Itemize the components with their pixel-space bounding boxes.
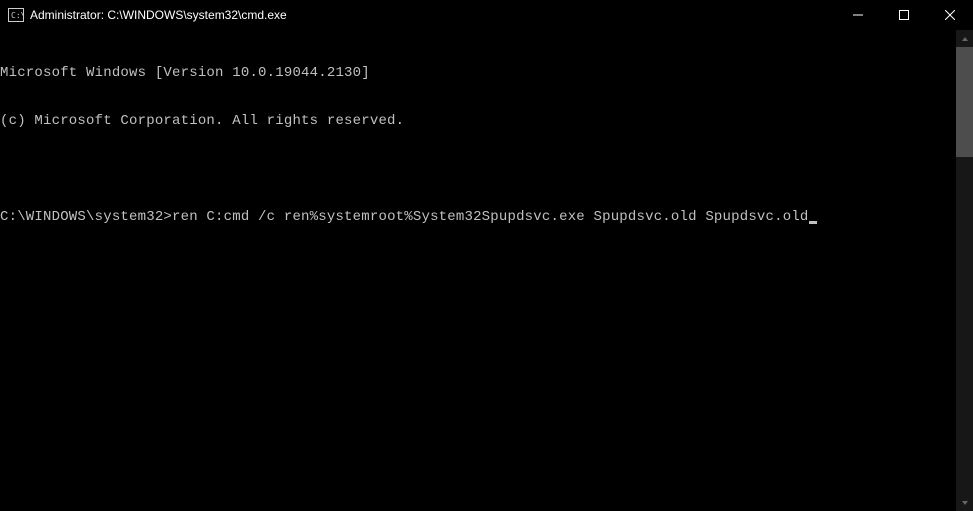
terminal-prompt: C:\WINDOWS\system32> — [0, 209, 172, 225]
window-titlebar: C:\ Administrator: C:\WINDOWS\system32\c… — [0, 0, 973, 30]
terminal-line: (c) Microsoft Corporation. All rights re… — [0, 113, 973, 129]
terminal-command: ren C:cmd /c ren%systemroot%System32Spup… — [172, 209, 809, 225]
scrollbar[interactable] — [956, 30, 973, 511]
terminal-area[interactable]: Microsoft Windows [Version 10.0.19044.21… — [0, 30, 973, 511]
scrollbar-up-arrow[interactable] — [956, 30, 973, 47]
cursor — [809, 221, 817, 224]
titlebar-left: C:\ Administrator: C:\WINDOWS\system32\c… — [8, 8, 287, 22]
scrollbar-thumb[interactable] — [956, 47, 973, 157]
terminal-line — [0, 161, 973, 177]
titlebar-controls — [835, 0, 973, 30]
terminal-prompt-line: C:\WINDOWS\system32>ren C:cmd /c ren%sys… — [0, 209, 973, 225]
window-title: Administrator: C:\WINDOWS\system32\cmd.e… — [30, 8, 287, 22]
terminal-content: Microsoft Windows [Version 10.0.19044.21… — [0, 30, 973, 257]
close-button[interactable] — [927, 0, 973, 30]
maximize-button[interactable] — [881, 0, 927, 30]
minimize-button[interactable] — [835, 0, 881, 30]
scrollbar-down-arrow[interactable] — [956, 494, 973, 511]
svg-text:C:\: C:\ — [11, 11, 24, 20]
cmd-icon: C:\ — [8, 8, 24, 22]
terminal-line: Microsoft Windows [Version 10.0.19044.21… — [0, 65, 973, 81]
